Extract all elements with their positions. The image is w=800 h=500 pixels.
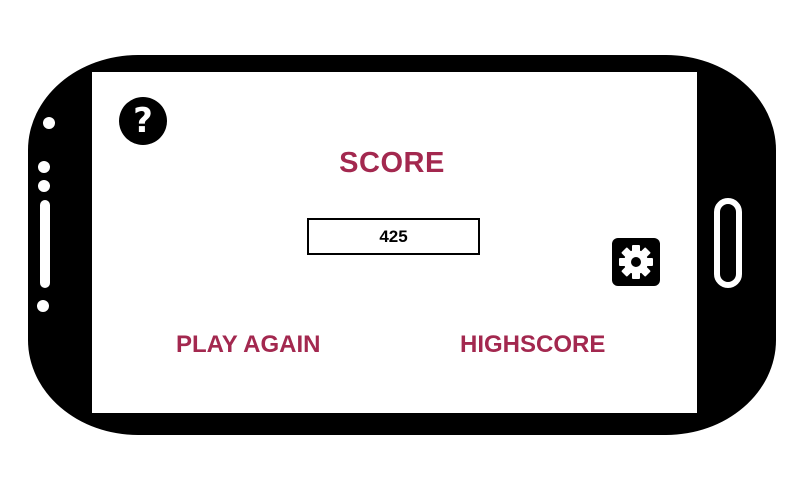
phone-mockup: ? SCORE 425 PLAY AGAIN HIGHSCORE <box>0 0 800 500</box>
side-sensor-dot-top <box>43 117 55 129</box>
side-sensor-dot-2 <box>38 161 50 173</box>
score-display: 425 <box>307 218 480 255</box>
score-title: SCORE <box>339 147 445 179</box>
gear-glyph <box>619 245 653 279</box>
gear-icon[interactable] <box>612 238 660 286</box>
side-speaker-slot <box>40 200 50 288</box>
play-again-button[interactable]: PLAY AGAIN <box>176 331 320 359</box>
highscore-button[interactable]: HIGHSCORE <box>460 331 605 359</box>
side-sensor-dot-bottom <box>37 300 49 312</box>
question-icon[interactable]: ? <box>119 97 167 145</box>
side-sensor-dot-3 <box>38 180 50 192</box>
home-button[interactable] <box>714 198 742 288</box>
